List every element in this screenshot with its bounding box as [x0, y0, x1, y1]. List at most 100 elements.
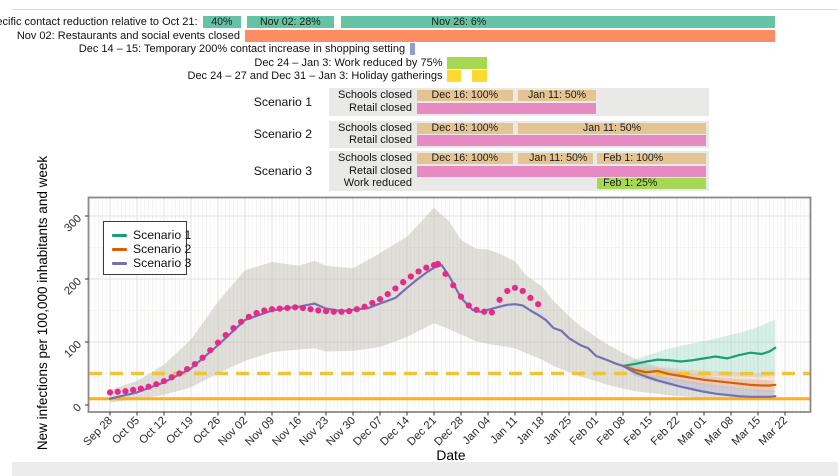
case-dot [300, 305, 306, 311]
case-dot [385, 291, 391, 297]
case-dot [192, 361, 198, 367]
case-dot [520, 288, 526, 294]
y-tick-label: 100 [62, 339, 84, 361]
x-tick-label: Feb 22 [649, 415, 682, 448]
case-dot [138, 386, 144, 392]
scenario-row-label: Schools closed [338, 153, 412, 164]
x-tick-label: Feb 08 [595, 415, 628, 448]
annotation-bar-segment [245, 30, 775, 42]
x-tick-label: Oct 12 [137, 415, 169, 447]
scenario-bar-segment: Dec 16: 100% [417, 90, 513, 101]
scenario-bar-segment: Jan 11: 50% [518, 123, 706, 134]
legend-entry: Scenario 1 [112, 228, 178, 242]
x-tick-label: Mar 15 [730, 415, 763, 448]
case-dot [307, 306, 313, 312]
annotation-label: Nov 02: Restaurants and social events cl… [17, 30, 240, 42]
x-tick-label: Dec 28 [432, 415, 466, 449]
scenario-bar-segment: Feb 1: 25% [597, 178, 706, 189]
case-dot [284, 305, 290, 311]
x-tick-label: Nov 09 [243, 415, 277, 449]
annotation-label: Dec 14 – 15: Temporary 200% contact incr… [79, 43, 405, 55]
case-dot [392, 285, 398, 291]
case-dot [400, 279, 406, 285]
x-tick-label: Nov 16 [270, 415, 304, 449]
x-tick-label: Sep 28 [81, 415, 115, 449]
scenario-row-label: Schools closed [338, 123, 412, 134]
scenario-row-label: Retail closed [349, 135, 412, 146]
annotation-bar-segment: Nov 02: 28% [247, 16, 334, 28]
case-dot [338, 309, 344, 315]
y-tick-label: 0 [71, 402, 84, 415]
case-dot [481, 309, 487, 315]
scenario-bar-segment [417, 166, 706, 177]
scenario-bar-segment [417, 135, 706, 146]
case-dot [223, 332, 229, 338]
scenario-row-label: Retail closed [349, 166, 412, 177]
x-tick-label: Nov 02 [216, 415, 250, 449]
case-dot [130, 387, 136, 393]
case-dot [161, 378, 167, 384]
case-dot [442, 271, 448, 277]
scenario-title: Scenario 1 [254, 95, 312, 109]
case-dot [184, 366, 190, 372]
case-dot [153, 381, 159, 387]
case-dot [361, 304, 367, 310]
case-dot [261, 307, 267, 313]
x-tick-label: Jan 18 [515, 415, 547, 447]
x-tick-label: Nov 23 [297, 415, 331, 449]
case-dot [246, 314, 252, 320]
case-dot [169, 374, 175, 380]
legend-label: Scenario 1 [133, 228, 191, 242]
case-dot [489, 309, 495, 315]
scenario-row-label: Retail closed [349, 103, 412, 114]
case-dot [107, 389, 113, 395]
annotation-bar-segment [447, 57, 486, 69]
case-dot [315, 307, 321, 313]
case-dot [354, 306, 360, 312]
annotation-label: Dec 24 – Jan 3: Work reduced by 75% [254, 57, 442, 69]
x-axis-ticks: Sep 28Oct 05Oct 12Oct 19Oct 26Nov 02Nov … [81, 412, 790, 448]
legend-label: Scenario 3 [133, 256, 191, 270]
case-dot [253, 310, 259, 316]
y-axis-ticks: 0 100 200 300 [62, 213, 88, 415]
scenario-bar-segment: Jan 11: 50% [518, 90, 596, 101]
scenario-row-label: Schools closed [338, 90, 412, 101]
legend-entry: Scenario 2 [112, 242, 178, 256]
legend-entry: Scenario 3 [112, 256, 178, 270]
case-dot [473, 307, 479, 313]
x-tick-label: Nov 30 [324, 415, 358, 449]
scenario1-line-swatch [112, 234, 127, 237]
case-dot [331, 309, 337, 315]
epidemic-scenario-figure: Sep 28Oct 05Oct 12Oct 19Oct 26Nov 02Nov … [0, 0, 838, 476]
y-tick-label: 300 [62, 213, 84, 235]
annotation-bar-segment: 40% [203, 16, 242, 28]
case-dot [215, 340, 221, 346]
annotation-label: Unspecific contact reduction relative to… [0, 16, 198, 28]
case-dot [535, 301, 541, 307]
x-tick-label: Jan 11 [488, 415, 520, 447]
case-dot [458, 294, 464, 300]
annotation-label: Dec 24 – 27 and Dec 31 – Jan 3: Holiday … [188, 70, 443, 82]
annotation-bar-segment [447, 70, 460, 82]
bottom-strip [12, 462, 838, 476]
scenario-bar-segment [417, 103, 596, 114]
case-dot [346, 308, 352, 314]
scenario-row-label: Work reduced [344, 178, 412, 189]
y-tick-label: 200 [62, 276, 84, 298]
x-tick-label: Mar 22 [757, 415, 790, 448]
scenario3-line-swatch [112, 262, 127, 265]
case-dot [423, 265, 429, 271]
scenario-bar-segment: Dec 16: 100% [417, 123, 513, 134]
case-dot [292, 304, 298, 310]
case-dot [408, 273, 414, 279]
x-tick-label: Dec 14 [378, 415, 412, 449]
x-tick-label: Mar 01 [676, 415, 709, 448]
case-dot [207, 347, 213, 353]
scenario-title: Scenario 3 [254, 164, 312, 178]
case-dot [115, 389, 121, 395]
x-tick-label: Jan 04 [461, 415, 493, 447]
x-tick-label: Dec 21 [405, 415, 439, 449]
annotation-bar-segment [472, 70, 487, 82]
case-dot [504, 288, 510, 294]
x-tick-label: Mar 08 [703, 415, 736, 448]
